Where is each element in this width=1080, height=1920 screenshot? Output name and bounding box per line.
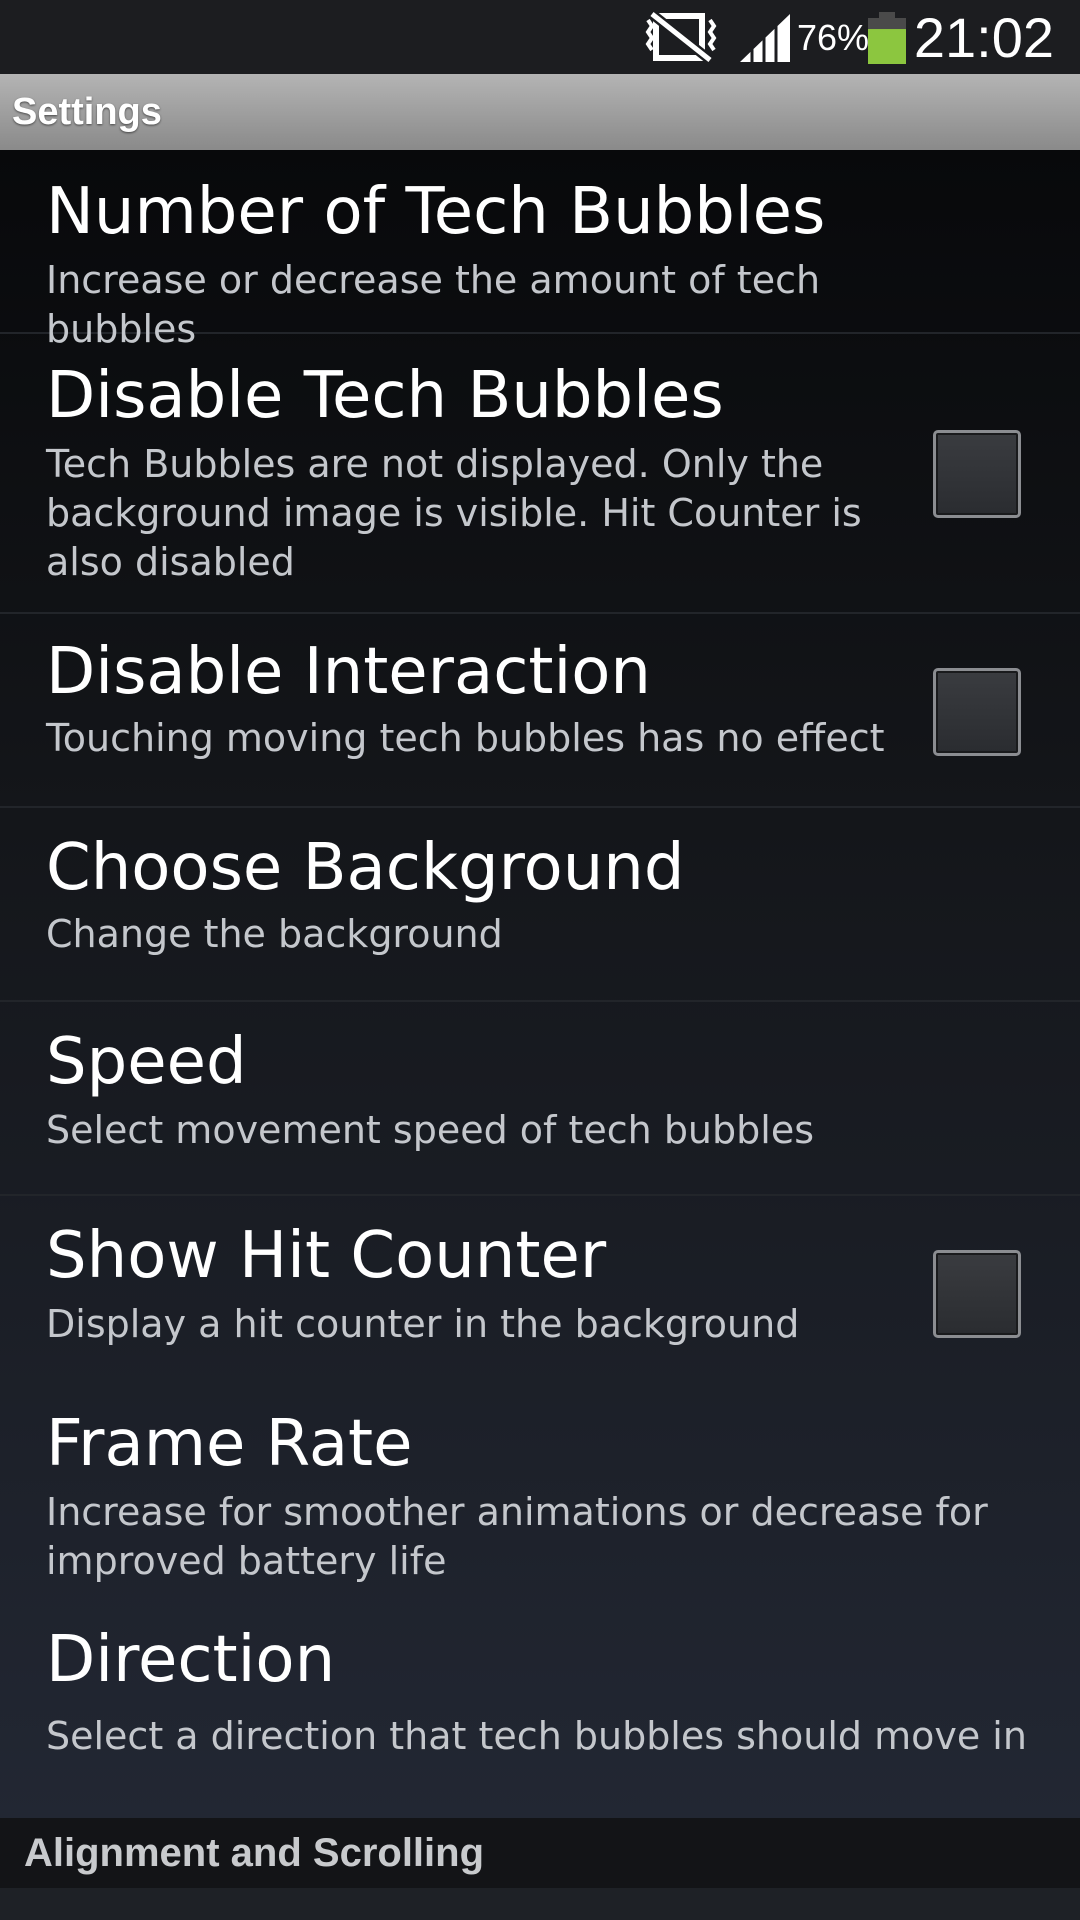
clock: 21:02 (913, 6, 1054, 69)
pref-title: Disable Interaction (46, 635, 651, 709)
battery-percent: 76% (797, 17, 870, 58)
list-item[interactable] (0, 1888, 1080, 1920)
pref-speed[interactable]: Speed Select movement speed of tech bubb… (0, 1002, 1080, 1196)
pref-title: Number of Tech Bubbles (46, 175, 826, 249)
pref-summary: Increase for smoother animations or decr… (46, 1490, 988, 1583)
pref-disable-tech-bubbles[interactable]: Disable Tech Bubbles Tech Bubbles are no… (0, 334, 1080, 614)
mute-vibrate-icon (644, 10, 720, 64)
pref-choose-background[interactable]: Choose Background Change the background (0, 808, 1080, 1002)
pref-summary: Select movement speed of tech bubbles (46, 1108, 814, 1152)
pref-title: Show Hit Counter (46, 1219, 607, 1293)
pref-number-of-tech-bubbles[interactable]: Number of Tech Bubbles Increase or decre… (0, 150, 1080, 351)
disable-tech-bubbles-checkbox[interactable] (933, 430, 1021, 518)
pref-show-hit-counter[interactable]: Show Hit Counter Display a hit counter i… (0, 1196, 1080, 1390)
pref-summary: Touching moving tech bubbles has no effe… (46, 716, 885, 760)
page-title: Settings (12, 91, 162, 133)
pref-title: Disable Tech Bubbles (46, 359, 724, 433)
pref-summary: Change the background (46, 912, 503, 956)
battery-icon (868, 12, 906, 64)
action-bar: Settings (0, 74, 1080, 150)
pref-direction[interactable]: Direction Select a direction that tech b… (0, 1624, 1080, 1818)
pref-title: Choose Background (46, 831, 685, 905)
settings-list: Number of Tech Bubbles Increase or decre… (0, 150, 1080, 1818)
signal-icon (738, 12, 792, 64)
pref-title: Speed (46, 1025, 247, 1099)
pref-summary: Tech Bubbles are not displayed. Only the… (46, 442, 862, 584)
pref-title: Frame Rate (46, 1407, 413, 1481)
pref-title: Direction (46, 1623, 336, 1697)
pref-summary: Display a hit counter in the background (46, 1302, 800, 1346)
disable-interaction-checkbox[interactable] (933, 668, 1021, 756)
pref-disable-interaction[interactable]: Disable Interaction Touching moving tech… (0, 614, 1080, 808)
show-hit-counter-checkbox[interactable] (933, 1250, 1021, 1338)
pref-summary: Select a direction that tech bubbles sho… (46, 1714, 1027, 1758)
pref-frame-rate[interactable]: Frame Rate Increase for smoother animati… (0, 1390, 1080, 1624)
status-bar: 76% 21:02 (0, 0, 1080, 74)
category-header: Alignment and Scrolling (0, 1818, 1080, 1888)
category-title: Alignment and Scrolling (24, 1831, 485, 1875)
